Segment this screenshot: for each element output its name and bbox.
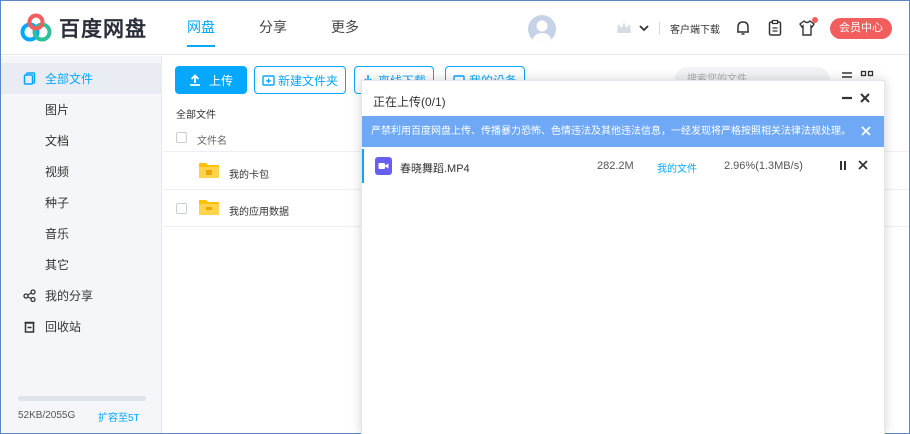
bell-icon[interactable] [734, 19, 752, 37]
sidebar-item-videos[interactable]: 视频 [1, 156, 161, 187]
upload-progress-text: 2.96%(1.3MB/s) [724, 160, 803, 172]
divider [659, 21, 660, 35]
share-icon [23, 289, 36, 302]
app-logo[interactable]: 百度网盘 [19, 13, 147, 43]
minimize-icon[interactable] [840, 91, 854, 105]
upload-panel-title: 正在上传(0/1) [373, 95, 446, 109]
upload-button[interactable]: 上传 [175, 66, 247, 94]
warning-text: 严禁利用百度网盘上传、传播暴力恐怖、色情违法及其他违法信息，一经发现将严格按照相… [371, 126, 851, 137]
folder-icon [199, 200, 219, 215]
sidebar-item-others[interactable]: 其它 [1, 249, 161, 280]
client-download-link[interactable]: 客户端下载 [670, 21, 720, 36]
sidebar-item-label: 文档 [45, 134, 70, 148]
sidebar-item-label: 视频 [45, 165, 70, 179]
header-actions: 客户端下载 会员中心 [615, 15, 892, 41]
chevron-down-icon[interactable] [639, 24, 649, 32]
sidebar-item-documents[interactable]: 文档 [1, 125, 161, 156]
folder-icon [199, 163, 219, 178]
sidebar-item-label: 种子 [45, 196, 70, 210]
nav-tab-share[interactable]: 分享 [259, 1, 287, 55]
nav-tab-netdisk[interactable]: 网盘 [187, 1, 215, 55]
expand-storage-link[interactable]: 扩容至5T [98, 409, 140, 424]
nav-tab-more[interactable]: 更多 [331, 1, 359, 55]
upload-panel: 正在上传(0/1) 严禁利用百度网盘上传、传播暴力恐怖、色情违法及其他违法信息，… [361, 80, 885, 434]
sidebar-item-label: 其它 [45, 258, 70, 272]
upload-icon [189, 74, 200, 86]
cloud-logo-icon [20, 13, 52, 42]
sidebar-item-my-shares[interactable]: 我的分享 [1, 280, 161, 311]
sidebar-item-torrents[interactable]: 种子 [1, 187, 161, 218]
upload-file-size: 282.2M [597, 160, 634, 172]
sidebar-item-label: 全部文件 [45, 72, 94, 86]
new-folder-label: 新建文件夹 [278, 73, 339, 88]
close-icon[interactable] [861, 126, 871, 136]
sidebar-item-label: 图片 [45, 103, 70, 117]
sidebar-item-all-files[interactable]: 全部文件 [1, 63, 161, 94]
logo-text: 百度网盘 [59, 18, 147, 41]
upload-file-name: 春晓舞蹈.MP4 [400, 163, 470, 175]
sidebar-item-label: 回收站 [45, 320, 82, 334]
main-nav: 网盘 分享 更多 [187, 1, 403, 55]
upload-task-row[interactable]: 春晓舞蹈.MP4 282.2M 我的文件 2.96%(1.3MB/s) [362, 149, 884, 183]
crown-icon[interactable] [615, 20, 633, 36]
file-icon [23, 72, 36, 85]
storage-quota-text: 52KB/2055G [18, 410, 76, 421]
sidebar-item-recycle-bin[interactable]: 回收站 [1, 311, 161, 342]
new-folder-icon [262, 75, 275, 86]
file-name[interactable]: 我的应用数据 [229, 203, 289, 218]
file-name[interactable]: 我的卡包 [229, 166, 269, 181]
notification-dot [812, 17, 818, 23]
pause-icon[interactable] [838, 160, 848, 171]
upload-destination-link[interactable]: 我的文件 [657, 160, 697, 175]
sidebar-item-label: 音乐 [45, 227, 70, 241]
select-all-checkbox[interactable] [176, 132, 187, 143]
sidebar-item-music[interactable]: 音乐 [1, 218, 161, 249]
video-icon [378, 163, 389, 169]
column-header-name[interactable]: 文件名 [197, 132, 227, 147]
warning-banner: 严禁利用百度网盘上传、传播暴力恐怖、色情违法及其他违法信息，一经发现将严格按照相… [362, 116, 884, 147]
top-header: 百度网盘 网盘 分享 更多 客户端下载 会员中心 [1, 1, 909, 55]
storage-quota-bar [18, 396, 146, 401]
close-icon[interactable] [858, 91, 872, 105]
sidebar-item-label: 我的分享 [45, 289, 94, 303]
video-file-icon [375, 157, 392, 175]
row-checkbox[interactable] [176, 203, 187, 214]
shirt-button[interactable] [798, 17, 818, 37]
new-folder-button[interactable]: 新建文件夹 [254, 66, 347, 94]
trash-icon [24, 321, 35, 333]
breadcrumb[interactable]: 全部文件 [176, 106, 216, 121]
clipboard-icon[interactable] [766, 19, 784, 37]
avatar-icon [533, 20, 551, 43]
avatar[interactable] [528, 15, 556, 43]
sidebar: 全部文件 图片 文档 视频 种子 音乐 其它 我的分享 回收站 52KB/205… [1, 56, 162, 433]
cancel-icon[interactable] [858, 160, 868, 170]
vip-center-button[interactable]: 会员中心 [830, 17, 892, 39]
sidebar-item-images[interactable]: 图片 [1, 94, 161, 125]
upload-label: 上传 [208, 73, 233, 88]
